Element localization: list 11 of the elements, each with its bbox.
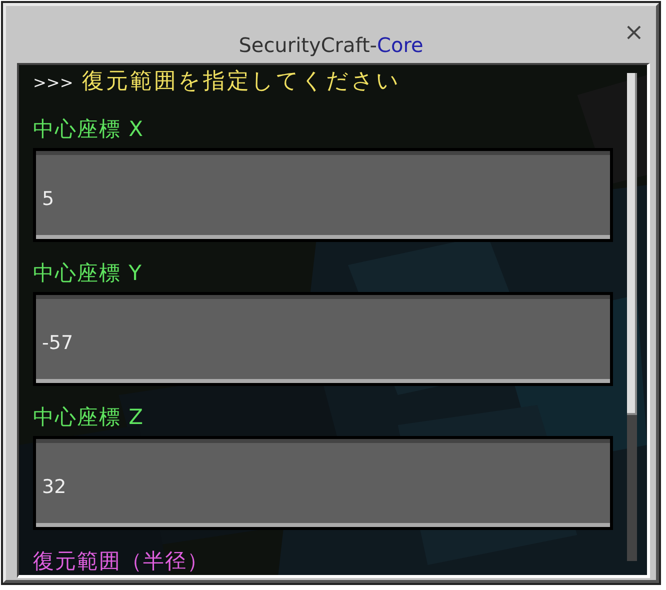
prompt-text: >>> 復元範囲を指定してください (33, 68, 402, 96)
close-button[interactable]: × (620, 20, 648, 44)
input-field[interactable]: 5 (33, 148, 613, 242)
field-label: 中心座標 Z (33, 404, 146, 431)
window-title: SecurityCraft-Core (238, 33, 424, 59)
field-label: 中心座標 X (33, 116, 146, 143)
scrollbar[interactable] (627, 73, 637, 561)
field-label: 中心座標 Y (33, 260, 144, 287)
input-field[interactable]: 32 (33, 436, 613, 530)
input-field[interactable]: -57 (33, 292, 613, 386)
section-label: 復元範囲（半径） (33, 548, 210, 575)
